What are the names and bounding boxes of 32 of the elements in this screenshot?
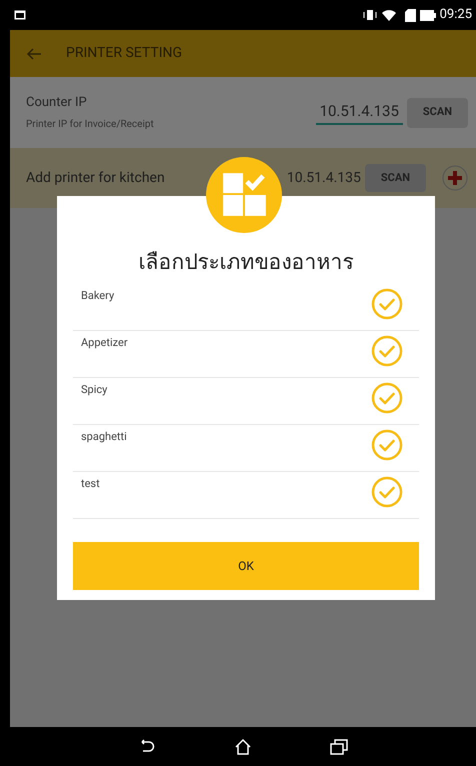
recent-apps-icon[interactable] [330,738,348,754]
vibrate-icon [362,9,377,21]
check-circle-icon[interactable] [371,428,403,460]
ip-field[interactable]: 10.51.4.135 [316,100,403,125]
battery-icon [420,10,436,20]
category-label: Bakery [81,288,114,304]
category-label: Appetizer [81,334,128,350]
wifi-icon [380,9,397,21]
dialog-title: เลือกประเภทของอาหาร [138,250,354,277]
category-row[interactable]: Bakery [73,284,419,330]
check-circle-icon[interactable] [371,288,403,320]
category-row[interactable]: Spicy [73,378,419,424]
check-circle-icon[interactable] [371,476,403,508]
page-title: PRINTER SETTING [66,44,182,63]
row-label: Add printer for kitchen [26,168,166,188]
clock: 09:25 [440,6,472,24]
category-label: Spicy [81,382,108,398]
sd-card-icon [404,8,416,22]
image-icon [14,10,26,20]
ok-button[interactable]: OK [73,542,419,590]
category-row[interactable]: Appetizer [73,330,419,378]
row-label: Counter IP [26,94,88,112]
check-circle-icon[interactable] [371,334,403,366]
category-row[interactable]: test [73,472,419,518]
add-icon[interactable] [442,165,468,191]
category-label: test [81,476,100,492]
back-arrow-icon[interactable] [26,46,42,60]
category-row[interactable]: spaghetti [73,424,419,472]
category-label: spaghetti [81,428,127,444]
home-icon[interactable] [234,738,252,756]
row-hint: Printer IP for Invoice/Receipt [26,118,155,132]
check-circle-icon[interactable] [371,382,403,414]
